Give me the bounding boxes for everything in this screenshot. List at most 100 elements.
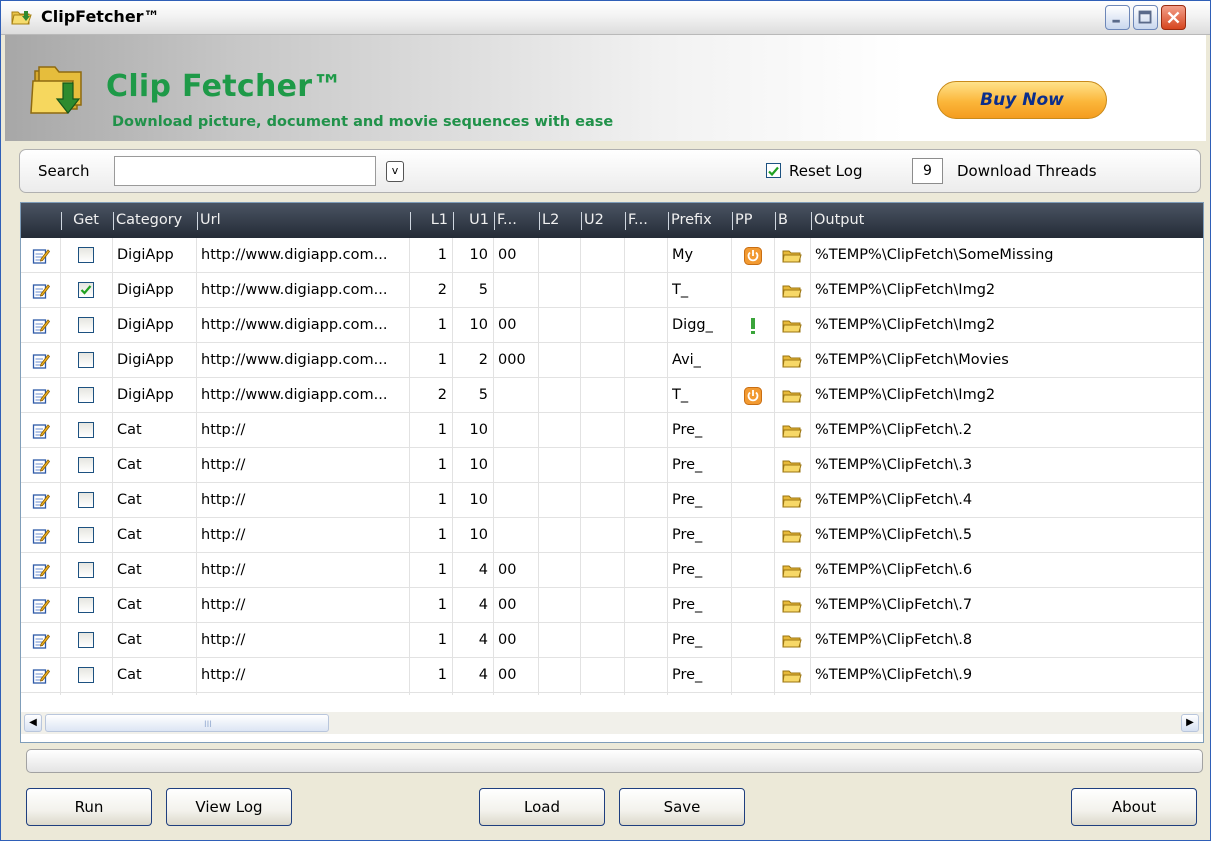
edit-row-icon[interactable] [32,632,50,650]
cell-l2[interactable] [543,343,575,378]
cell-f1[interactable]: 00 [498,623,533,658]
header-separator[interactable] [539,212,540,230]
cell-url[interactable]: http:// [201,448,404,483]
cell-l2[interactable] [543,308,575,343]
cell-f1[interactable]: 00 [498,588,533,623]
cell-browse[interactable] [774,553,810,588]
cell-l2[interactable] [543,658,575,693]
cell-u1[interactable]: 10 [457,413,488,448]
cell-url[interactable]: http://www.digiapp.com... [201,343,404,378]
column-header-category[interactable]: Category [116,203,192,238]
edit-row-icon[interactable] [32,492,50,510]
view-log-button[interactable]: View Log [166,788,292,826]
cell-l2[interactable] [543,273,575,308]
row-get-checkbox[interactable] [78,422,94,438]
cell-f2[interactable] [629,413,662,448]
cell-l1[interactable]: 1 [414,623,447,658]
header-separator[interactable] [197,212,198,230]
table-row[interactable]: DigiApp http://www.digiapp.com... 1 2 000 Avi… [21,343,1203,378]
cell-f2[interactable] [629,378,662,413]
cell-pp[interactable] [731,483,774,518]
cell-f2[interactable] [629,588,662,623]
column-header-f1[interactable]: F... [497,203,534,238]
cell-pp[interactable] [731,448,774,483]
table-row[interactable]: DigiApp http://www.digiapp.com... 1 10 00 My%… [21,238,1203,273]
cell-url[interactable]: http:// [201,588,404,623]
browse-folder-icon[interactable] [782,528,802,544]
edit-row-icon[interactable] [32,352,50,370]
edit-row-icon[interactable] [32,282,50,300]
cell-output[interactable]: %TEMP%\ClipFetch\.6 [815,553,1200,588]
cell-f2[interactable] [629,238,662,273]
cell-url[interactable]: http:// [201,413,404,448]
cell-u2[interactable] [585,413,619,448]
column-header-l2[interactable]: L2 [542,203,576,238]
row-edit-cell[interactable] [21,343,60,378]
search-dropdown-button[interactable]: v [386,161,404,182]
cell-f2[interactable] [629,518,662,553]
cell-category[interactable]: DigiApp [117,343,191,378]
table-row[interactable]: Cat http:// 1 4 00 Pre_ %TEMP%\ClipFetch\.7 [21,588,1203,623]
cell-pp[interactable] [731,518,774,553]
row-get-checkbox[interactable] [78,457,94,473]
row-edit-cell[interactable] [21,623,60,658]
cell-pp[interactable] [731,553,774,588]
header-separator[interactable] [732,212,733,230]
cell-url[interactable]: http:// [201,623,404,658]
cell-f1[interactable] [498,518,533,553]
cell-u1[interactable]: 4 [457,588,488,623]
cell-output[interactable]: %TEMP%\ClipFetch\.4 [815,483,1200,518]
browse-folder-icon[interactable] [782,493,802,509]
cell-f2[interactable] [629,308,662,343]
cell-output[interactable]: %TEMP%\ClipFetch\.9 [815,658,1200,693]
cell-u2[interactable] [585,483,619,518]
row-get-checkbox[interactable] [78,667,94,683]
cell-browse[interactable] [774,273,810,308]
row-get-checkbox[interactable] [78,632,94,648]
table-row[interactable]: Cat http:// 1 10 Pre_ %TEMP%\ClipFetch\.2 [21,413,1203,448]
cell-l1[interactable]: 1 [414,308,447,343]
reset-log-label[interactable]: Reset Log [789,162,862,180]
cell-output[interactable]: %TEMP%\ClipFetch\.3 [815,448,1200,483]
cell-u2[interactable] [585,518,619,553]
cell-l2[interactable] [543,448,575,483]
cell-f1[interactable] [498,378,533,413]
browse-folder-icon[interactable] [782,318,802,334]
row-get-checkbox[interactable] [78,562,94,578]
maximize-button[interactable] [1133,5,1158,30]
cell-l2[interactable] [543,623,575,658]
row-edit-cell[interactable] [21,238,60,273]
cell-f1[interactable] [498,448,533,483]
cell-f1[interactable] [498,273,533,308]
cell-l2[interactable] [543,378,575,413]
cell-f1[interactable] [498,483,533,518]
cell-l2[interactable] [543,588,575,623]
cell-output[interactable]: %TEMP%\ClipFetch\.5 [815,518,1200,553]
cell-prefix[interactable]: T_ [672,378,726,413]
cell-browse[interactable] [774,413,810,448]
cell-f2[interactable] [629,483,662,518]
row-edit-cell[interactable] [21,378,60,413]
cell-u1[interactable]: 2 [457,343,488,378]
cell-pp[interactable] [731,588,774,623]
edit-row-icon[interactable] [32,667,50,685]
table-row[interactable]: Cat http:// 1 4 00 Pre_ %TEMP%\ClipFetch\.6 [21,553,1203,588]
cell-u2[interactable] [585,448,619,483]
cell-u1[interactable]: 5 [457,378,488,413]
edit-row-icon[interactable] [32,422,50,440]
cell-u2[interactable] [585,238,619,273]
cell-pp[interactable] [731,238,774,273]
cell-prefix[interactable]: Pre_ [672,518,726,553]
cell-u2[interactable] [585,343,619,378]
cell-prefix[interactable]: Pre_ [672,483,726,518]
cell-l1[interactable]: 1 [414,518,447,553]
cell-category[interactable]: DigiApp [117,308,191,343]
cell-u2[interactable] [585,553,619,588]
cell-u1[interactable]: 10 [457,238,488,273]
table-row[interactable]: Cat http:// 1 10 Pre_ %TEMP%\ClipFetch\.5 [21,518,1203,553]
cell-u1[interactable]: 5 [457,273,488,308]
header-separator[interactable] [113,212,114,230]
cell-browse[interactable] [774,378,810,413]
cell-u2[interactable] [585,273,619,308]
row-get-checkbox[interactable] [78,247,94,263]
